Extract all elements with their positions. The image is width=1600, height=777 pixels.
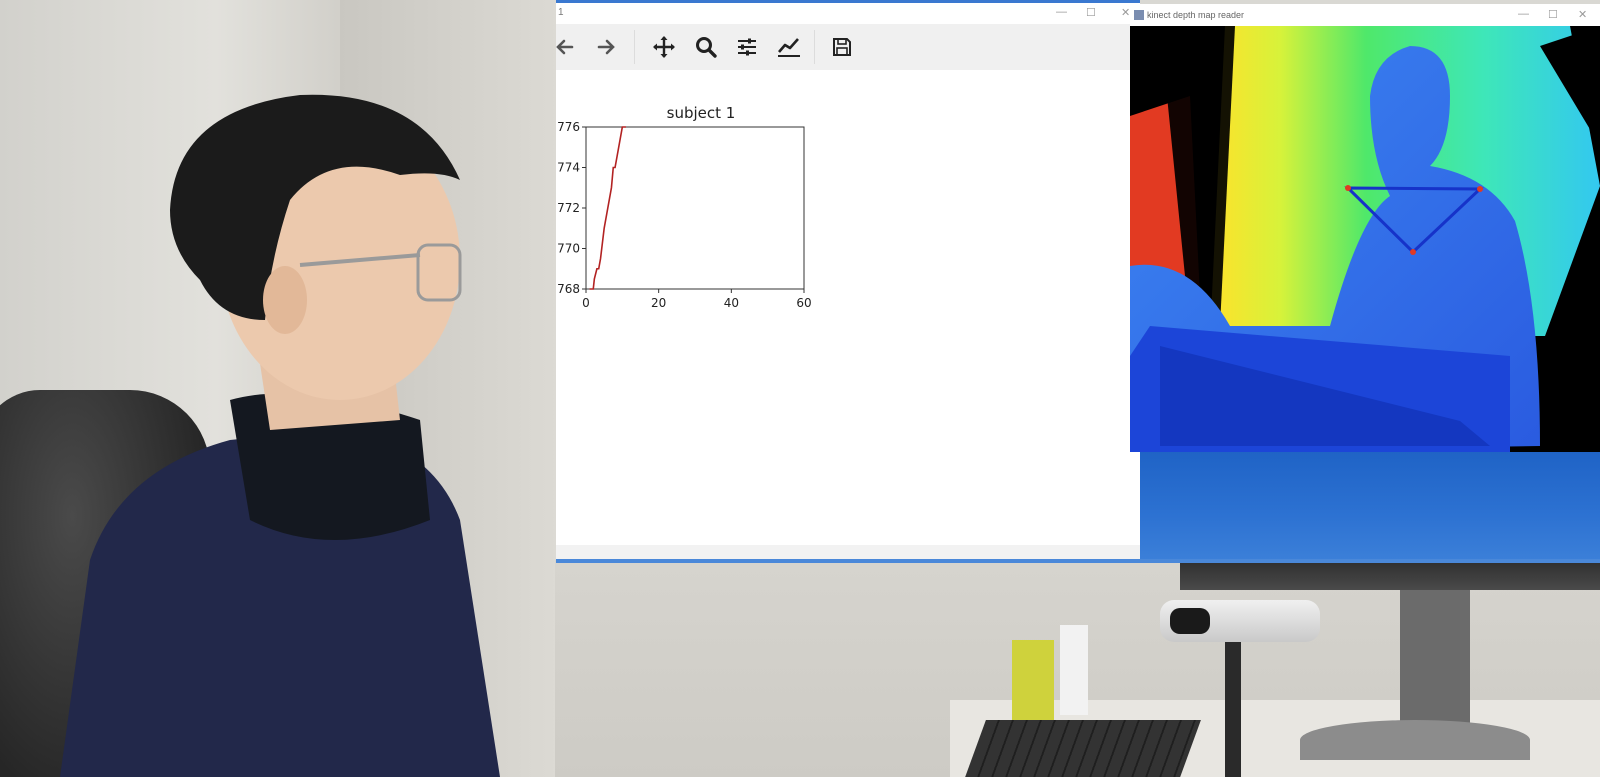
depth-map-image bbox=[1130, 26, 1600, 452]
edit-axis-button[interactable] bbox=[774, 33, 804, 61]
depth-map-window: kinect depth map reader — ☐ ✕ bbox=[1130, 4, 1600, 452]
keyboard bbox=[964, 720, 1201, 777]
series-line bbox=[589, 126, 626, 290]
maximize-icon[interactable]: ☐ bbox=[1548, 8, 1558, 21]
y-tick-label: 768 bbox=[557, 282, 580, 296]
x-tick-label: 0 bbox=[582, 296, 590, 310]
edit-axis-icon bbox=[778, 38, 800, 57]
save-button[interactable] bbox=[827, 33, 857, 61]
zoom-icon bbox=[696, 37, 717, 58]
maximize-icon[interactable]: ☐ bbox=[1086, 6, 1096, 19]
toolbar-separator bbox=[814, 30, 815, 64]
chart-title: subject 1 bbox=[667, 104, 736, 122]
depth-window-titlebar[interactable]: kinect depth map reader — ☐ ✕ bbox=[1130, 4, 1600, 26]
line-chart: subject 1 0 20 40 60 768 770 772 774 776 bbox=[557, 104, 812, 310]
y-tick-label: 776 bbox=[557, 120, 580, 134]
plot-window-title: 1 bbox=[558, 7, 564, 18]
pan-button[interactable] bbox=[649, 33, 679, 61]
figure-canvas[interactable]: subject 1 0 20 40 60 768 770 772 774 776 bbox=[556, 70, 1140, 545]
monitor-stand bbox=[1400, 590, 1470, 740]
zoom-button[interactable] bbox=[691, 33, 721, 61]
pan-icon bbox=[653, 36, 675, 58]
forward-button[interactable] bbox=[591, 33, 621, 61]
status-bar bbox=[556, 545, 1140, 559]
x-tick-label: 20 bbox=[651, 296, 666, 310]
close-icon[interactable]: ✕ bbox=[1121, 6, 1130, 19]
depth-window-title: kinect depth map reader bbox=[1147, 10, 1245, 20]
close-icon[interactable]: ✕ bbox=[1578, 8, 1587, 21]
toolbar-separator bbox=[634, 30, 635, 64]
minimize-icon[interactable]: — bbox=[1056, 6, 1067, 18]
x-tick-label: 40 bbox=[724, 296, 739, 310]
y-tick-label: 774 bbox=[557, 161, 580, 175]
product-box bbox=[1012, 640, 1054, 720]
back-button[interactable] bbox=[550, 33, 580, 61]
app-icon bbox=[1134, 10, 1144, 20]
back-icon bbox=[556, 39, 574, 55]
configure-subplots-icon bbox=[738, 38, 756, 56]
x-tick-label: 60 bbox=[796, 296, 811, 310]
plot-window: 1 — ☐ ✕ subject 1 0 20 40 60 768 770 772… bbox=[556, 0, 1140, 563]
monitor bbox=[1180, 560, 1600, 590]
kinect-lens bbox=[1170, 608, 1210, 634]
minimize-icon[interactable]: — bbox=[1518, 8, 1529, 20]
monitor-base bbox=[1300, 720, 1530, 760]
product-bottle bbox=[1060, 625, 1088, 715]
plot-toolbar bbox=[556, 24, 1140, 71]
tripod bbox=[1225, 640, 1241, 777]
desktop-background bbox=[1140, 452, 1600, 563]
forward-icon bbox=[597, 39, 615, 55]
plot-window-titlebar[interactable]: 1 — ☐ ✕ bbox=[556, 0, 1140, 22]
configure-subplots-button[interactable] bbox=[732, 33, 762, 61]
y-tick-label: 772 bbox=[557, 201, 580, 215]
y-tick-label: 770 bbox=[557, 242, 580, 256]
save-icon bbox=[833, 38, 851, 56]
seated-person bbox=[60, 94, 500, 777]
